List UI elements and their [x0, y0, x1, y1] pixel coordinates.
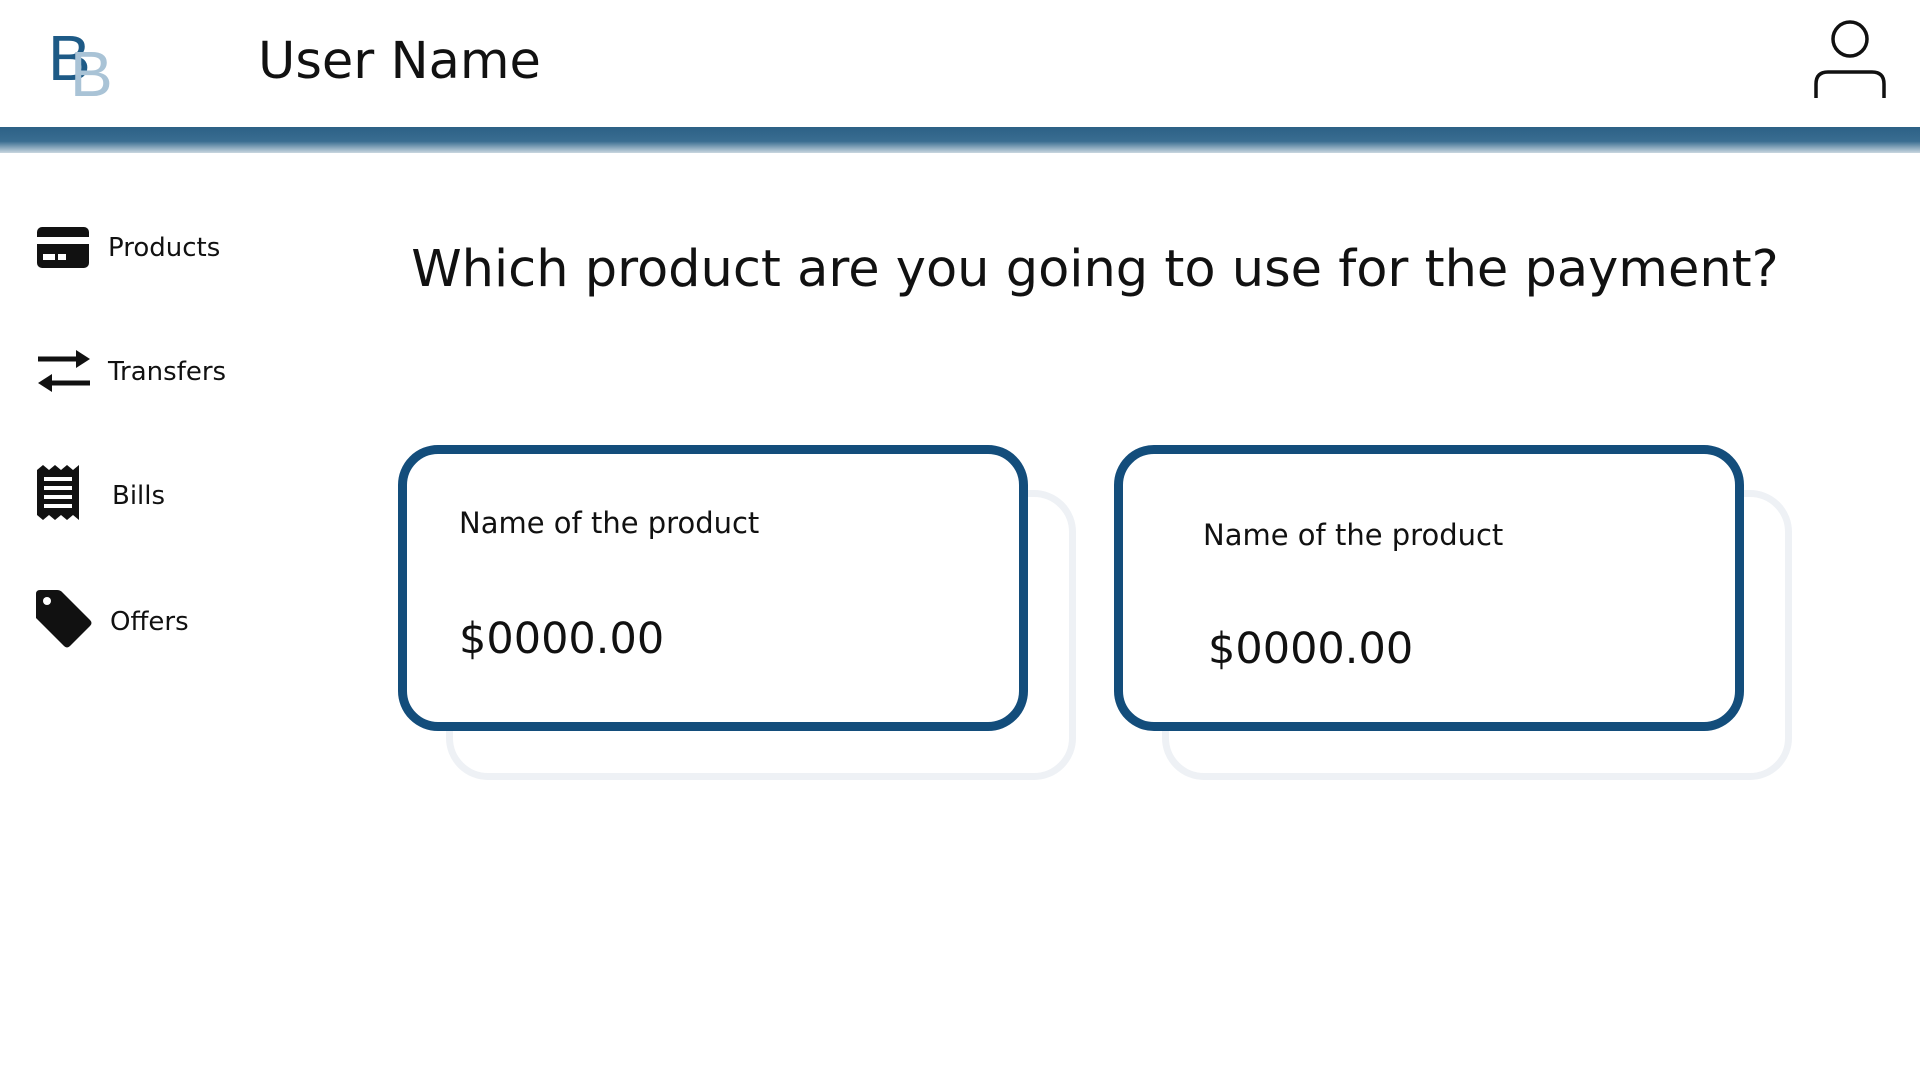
bank-logo[interactable]: B B: [48, 26, 113, 110]
transfer-arrows-icon: [34, 336, 94, 406]
header-divider-bar: [0, 127, 1920, 153]
sidebar-item-label: Bills: [112, 481, 166, 511]
sidebar-item-products[interactable]: Products: [34, 212, 294, 282]
product-name: Name of the product: [1203, 518, 1504, 552]
receipt-icon: [34, 460, 94, 530]
page-question: Which product are you going to use for t…: [411, 240, 1779, 299]
product-amount: $0000.00: [459, 614, 665, 664]
logo-letter-secondary: B: [70, 38, 113, 110]
user-icon: [1814, 20, 1886, 98]
app-header: B B User Name: [0, 0, 1920, 127]
user-name: User Name: [258, 32, 541, 91]
sidebar-item-bills[interactable]: Bills: [34, 460, 294, 530]
sidebar-item-transfers[interactable]: Transfers: [34, 336, 294, 406]
profile-button[interactable]: [1810, 14, 1890, 104]
product-card[interactable]: Name of the product $0000.00: [398, 445, 1028, 731]
sidebar-item-label: Transfers: [108, 357, 227, 387]
product-name: Name of the product: [459, 506, 760, 540]
sidebar-item-label: Offers: [110, 607, 189, 637]
sidebar-item-offers[interactable]: Offers: [34, 586, 294, 656]
product-amount: $0000.00: [1208, 624, 1414, 674]
product-card[interactable]: Name of the product $0000.00: [1114, 445, 1744, 731]
tag-icon: [34, 586, 94, 656]
sidebar-item-label: Products: [108, 233, 221, 263]
credit-card-icon: [34, 212, 94, 282]
